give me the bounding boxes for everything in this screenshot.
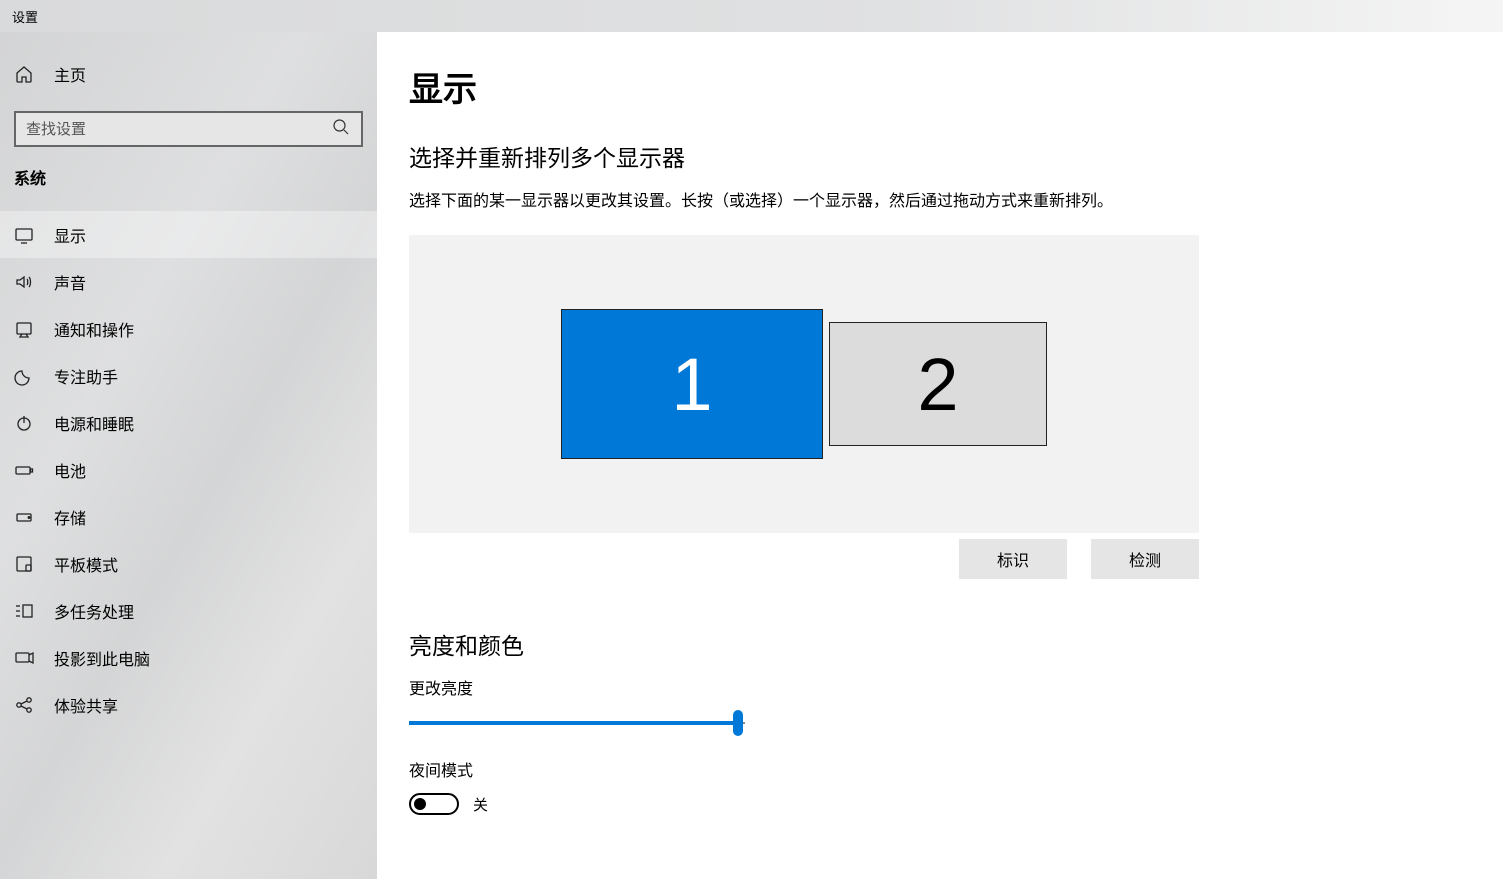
storage-icon — [14, 507, 34, 527]
sidebar-item-project[interactable]: 投影到此电脑 — [0, 634, 377, 681]
display-arrangement-area[interactable]: 1 2 — [409, 235, 1199, 533]
display-icon — [14, 225, 34, 245]
home-icon — [14, 64, 34, 84]
detect-button[interactable]: 检测 — [1091, 539, 1199, 579]
sidebar-item-label: 通知和操作 — [54, 317, 134, 341]
sidebar-item-storage[interactable]: 存储 — [0, 493, 377, 540]
night-mode-toggle[interactable] — [409, 793, 459, 815]
monitor-number: 2 — [917, 342, 958, 427]
arrange-heading: 选择并重新排列多个显示器 — [409, 139, 1463, 173]
sidebar-item-notifications[interactable]: 通知和操作 — [0, 305, 377, 352]
night-mode-state: 关 — [473, 794, 488, 815]
search-icon — [331, 117, 351, 141]
sidebar-item-multitask[interactable]: 多任务处理 — [0, 587, 377, 634]
identify-button[interactable]: 标识 — [959, 539, 1067, 579]
project-icon — [14, 648, 34, 668]
notifications-icon — [14, 319, 34, 339]
sidebar-item-label: 显示 — [54, 223, 86, 247]
window-title: 设置 — [12, 7, 38, 26]
sidebar-item-battery[interactable]: 电池 — [0, 446, 377, 493]
brightness-slider[interactable] — [409, 711, 745, 735]
sidebar-item-label: 电源和睡眠 — [54, 411, 134, 435]
sidebar-item-focus[interactable]: 专注助手 — [0, 352, 377, 399]
slider-fill — [409, 721, 738, 725]
sidebar-item-sound[interactable]: 声音 — [0, 258, 377, 305]
monitor-2[interactable]: 2 — [829, 322, 1047, 446]
arrange-desc: 选择下面的某一显示器以更改其设置。长按（或选择）一个显示器，然后通过拖动方式来重… — [409, 187, 1463, 211]
sidebar-item-label: 电池 — [54, 458, 86, 482]
slider-thumb[interactable] — [733, 710, 743, 736]
sidebar-item-power[interactable]: 电源和睡眠 — [0, 399, 377, 446]
sidebar-item-label: 投影到此电脑 — [54, 646, 150, 670]
monitor-number: 1 — [671, 342, 712, 427]
brightness-label: 更改亮度 — [409, 675, 1463, 699]
sidebar-home-label: 主页 — [54, 62, 86, 86]
sidebar-item-label: 专注助手 — [54, 364, 118, 388]
sidebar-item-tablet[interactable]: 平板模式 — [0, 540, 377, 587]
power-icon — [14, 413, 34, 433]
main-content: 显示 选择并重新排列多个显示器 选择下面的某一显示器以更改其设置。长按（或选择）… — [377, 32, 1503, 879]
multitask-icon — [14, 601, 34, 621]
monitor-1[interactable]: 1 — [561, 309, 823, 459]
sidebar-item-label: 体验共享 — [54, 693, 118, 717]
focus-icon — [14, 366, 34, 386]
sidebar-home[interactable]: 主页 — [0, 50, 377, 97]
sidebar-nav: 显示 声音 通知和操作 专注助手 — [0, 211, 377, 728]
battery-icon — [14, 460, 34, 480]
sidebar-category: 系统 — [0, 165, 377, 203]
sidebar-item-label: 存储 — [54, 505, 86, 529]
tablet-icon — [14, 554, 34, 574]
window-titlebar: 设置 — [0, 0, 1503, 32]
night-mode-label: 夜间模式 — [409, 757, 1463, 781]
sidebar-item-display[interactable]: 显示 — [0, 211, 377, 258]
toggle-knob — [414, 798, 426, 810]
sidebar-item-share[interactable]: 体验共享 — [0, 681, 377, 728]
sidebar-item-label: 多任务处理 — [54, 599, 134, 623]
share-icon — [14, 695, 34, 715]
page-title: 显示 — [409, 62, 1463, 111]
brightness-heading: 亮度和颜色 — [409, 627, 1463, 661]
search-input-wrap[interactable] — [14, 111, 363, 147]
sidebar-item-label: 平板模式 — [54, 552, 118, 576]
sidebar-item-label: 声音 — [54, 270, 86, 294]
sound-icon — [14, 272, 34, 292]
sidebar: 主页 系统 显示 声音 — [0, 32, 377, 879]
search-input[interactable] — [26, 121, 331, 138]
